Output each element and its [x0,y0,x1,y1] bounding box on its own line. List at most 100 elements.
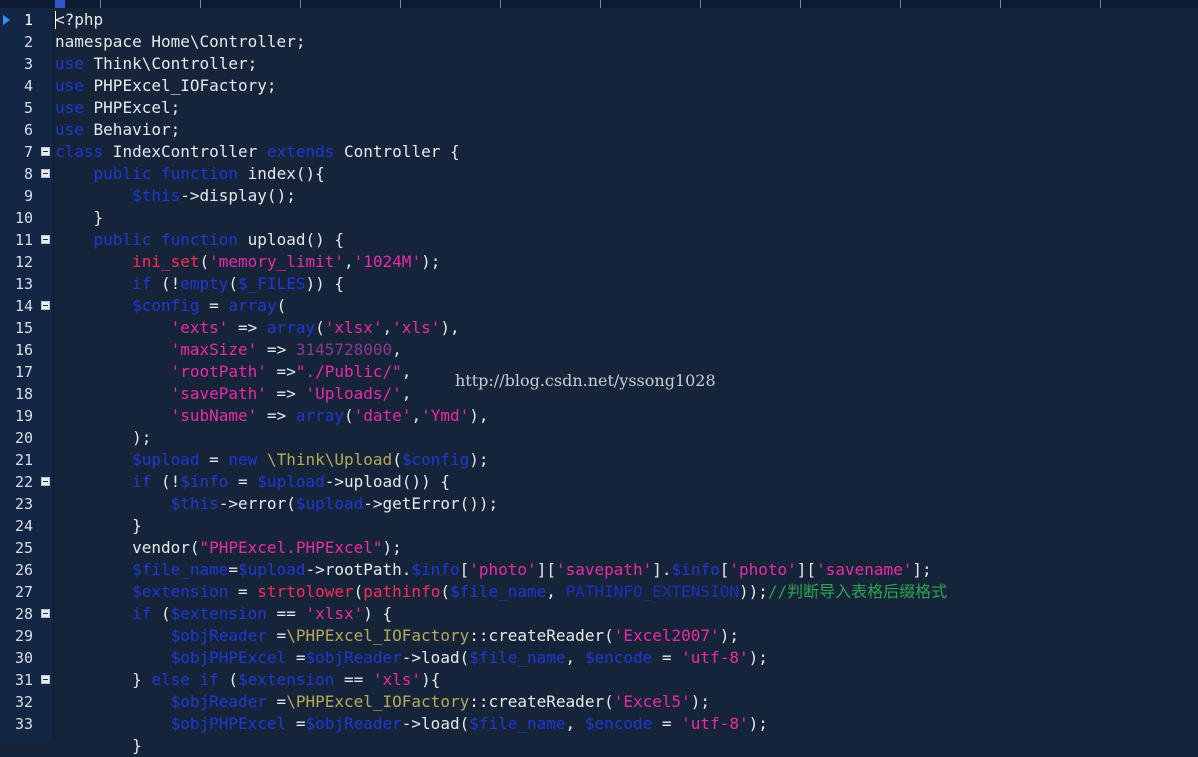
code-line[interactable]: 14 $config = array( [0,295,1198,317]
code-token: 'xls' [372,670,422,689]
fold-collapse-icon[interactable] [41,301,50,310]
fold-collapse-icon[interactable] [41,675,50,684]
code-token: 3145728000 [295,340,393,359]
code-text[interactable]: $upload = new \Think\Upload($config); [55,449,488,471]
code-token: ( [218,670,239,689]
code-text[interactable]: if (!$info = $upload->upload()) { [55,471,450,493]
code-token: 'exts' [170,318,229,337]
code-text[interactable]: use Think\Controller; [55,53,257,75]
code-token: Behavior; [83,120,181,139]
code-text[interactable]: ); [55,427,151,449]
code-token: = [652,648,682,667]
code-token: => [228,318,267,337]
code-line[interactable]: 33 $objPHPExcel =$objReader->load($file_… [0,713,1198,735]
code-text[interactable]: $objReader =\PHPExcel_IOFactory::createR… [55,691,710,713]
fold-collapse-icon[interactable] [41,609,50,618]
code-line[interactable]: 13 if (!empty($_FILES)) { [0,273,1198,295]
code-line[interactable]: 9 $this->display(); [0,185,1198,207]
code-token: ( [315,318,325,337]
code-text[interactable]: $this->error($upload->getError()); [55,493,499,515]
code-line[interactable]: 11 public function upload() { [0,229,1198,251]
code-text[interactable]: $objPHPExcel =$objReader->load($file_nam… [55,647,768,669]
code-token: } [55,736,142,755]
code-text[interactable]: if (!empty($_FILES)) { [55,273,344,295]
code-line[interactable]: 32 $objReader =\PHPExcel_IOFactory::crea… [0,691,1198,713]
line-number: 30 [14,649,33,667]
code-text[interactable]: $objPHPExcel =$objReader->load($file_nam… [55,713,768,735]
code-text[interactable]: namespace Home\Controller; [55,31,305,53]
code-text[interactable]: vendor("PHPExcel.PHPExcel"); [55,537,402,559]
code-text[interactable]: if ($extension == 'xlsx') { [55,603,392,625]
code-text[interactable]: $config = array( [55,295,286,317]
file-tab-strip[interactable] [0,0,1198,8]
code-token: ); [690,692,711,711]
code-text[interactable]: 'rootPath' =>"./Public/", [55,361,412,383]
code-token: $encode [584,714,653,733]
code-token: ( [199,252,210,271]
code-line[interactable]: 16 'maxSize' => 3145728000, [0,339,1198,361]
code-token: extends [266,142,335,161]
code-text[interactable]: } [55,207,104,229]
code-token: ->upload()) { [324,472,450,491]
code-line[interactable]: 1 <?php [0,9,1198,31]
code-line[interactable]: 29 $objReader =\PHPExcel_IOFactory::crea… [0,625,1198,647]
code-line[interactable]: 4 use PHPExcel_IOFactory; [0,75,1198,97]
code-line[interactable]: 6 use Behavior; [0,119,1198,141]
code-text[interactable]: $objReader =\PHPExcel_IOFactory::createR… [55,625,739,647]
code-text[interactable]: 'maxSize' => 3145728000, [55,339,402,361]
code-text[interactable]: $extension = strtolower(pathinfo($file_n… [55,581,947,603]
code-token: $file_name [449,582,547,601]
code-token: ( [353,582,364,601]
code-text[interactable]: 'savePath' => 'Uploads/', [55,383,412,405]
code-text[interactable]: 'subName' => array('date','Ymd'), [55,405,489,427]
code-line[interactable]: 28 if ($extension == 'xlsx') { [0,603,1198,625]
code-token: ::createReader( [469,626,614,645]
code-text[interactable]: } [55,515,142,537]
code-text[interactable]: 'exts' => array('xlsx','xls'), [55,317,460,339]
code-line[interactable]: 30 $objPHPExcel =$objReader->load($file_… [0,647,1198,669]
fold-collapse-icon[interactable] [41,169,50,178]
code-text[interactable]: $file_name=$upload->rootPath.$info['phot… [55,559,932,581]
code-text[interactable]: use PHPExcel; [55,97,180,119]
code-line[interactable]: 15 'exts' => array('xlsx','xls'), [0,317,1198,339]
code-line[interactable]: 7 class IndexController extends Controlle… [0,141,1198,163]
code-line[interactable]: } [0,735,1198,757]
code-line[interactable]: 25 vendor("PHPExcel.PHPExcel"); [0,537,1198,559]
code-line[interactable]: 5 use PHPExcel; [0,97,1198,119]
code-line[interactable]: 19 'subName' => array('date','Ymd'), [0,405,1198,427]
code-text[interactable]: public function upload() { [55,229,344,251]
code-line[interactable]: 3 use Think\Controller; [0,53,1198,75]
code-line[interactable]: 2 namespace Home\Controller; [0,31,1198,53]
code-line[interactable]: 21 $upload = new \Think\Upload($config); [0,449,1198,471]
code-line[interactable]: 22 if (!$info = $upload->upload()) { [0,471,1198,493]
fold-collapse-icon[interactable] [41,477,50,486]
code-text[interactable]: public function index(){ [55,163,325,185]
code-text[interactable]: class IndexController extends Controller… [55,141,460,163]
code-line[interactable]: 27 $extension = strtolower(pathinfo($fil… [0,581,1198,603]
code-text[interactable]: } else if ($extension == 'xls'){ [55,669,440,691]
fold-collapse-icon[interactable] [41,147,50,156]
fold-collapse-icon[interactable] [41,235,50,244]
line-number: 1 [23,11,33,29]
active-tab-indicator[interactable] [55,0,65,8]
code-token: (! [151,274,181,293]
code-token: $this [170,494,219,513]
code-text[interactable]: ini_set('memory_limit','1024M'); [55,251,440,273]
code-text[interactable]: } [55,735,142,757]
code-line[interactable]: 31 } else if ($extension == 'xls'){ [0,669,1198,691]
code-line[interactable]: 10 } [0,207,1198,229]
code-line[interactable]: 26 $file_name=$upload->rootPath.$info['p… [0,559,1198,581]
code-text[interactable]: $this->display(); [55,185,296,207]
code-line[interactable]: 20 ); [0,427,1198,449]
code-line[interactable]: 8 public function index(){ [0,163,1198,185]
line-number: 5 [23,99,33,117]
code-text[interactable]: <?php [55,9,103,31]
code-line[interactable]: 24 } [0,515,1198,537]
code-token: $upload [295,494,364,513]
code-text[interactable]: use Behavior; [55,119,180,141]
code-line[interactable]: 23 $this->error($upload->getError()); [0,493,1198,515]
code-text[interactable]: use PHPExcel_IOFactory; [55,75,277,97]
code-line[interactable]: 12 ini_set('memory_limit','1024M'); [0,251,1198,273]
